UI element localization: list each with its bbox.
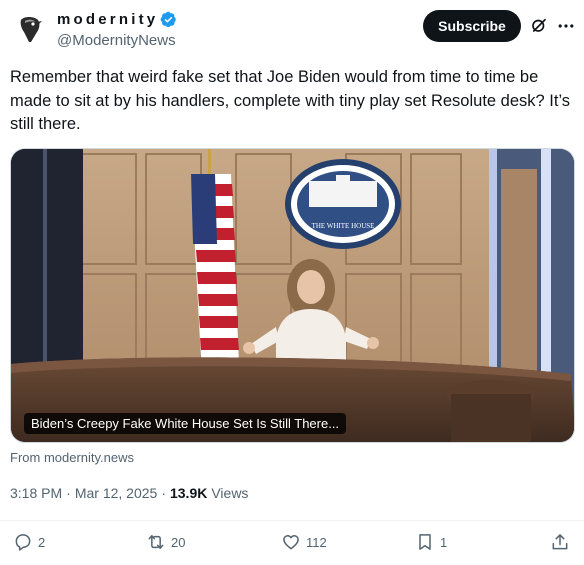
video-thumbnail: THE WHITE HOUSE — [11, 149, 574, 442]
share-button[interactable] — [550, 532, 570, 552]
reply-button[interactable]: 2 — [13, 532, 45, 552]
bookmark-count: 1 — [440, 534, 448, 550]
account-name-row[interactable]: modernity — [57, 11, 177, 28]
divider — [0, 520, 584, 521]
media-card[interactable]: THE WHITE HOUSE Biden’s Creepy Fake Whit… — [10, 148, 575, 443]
tweet-meta: 3:18 PM · Mar 12, 2025 · 13.9K Views — [10, 485, 248, 501]
views-label: Views — [211, 485, 249, 501]
repost-icon — [148, 535, 164, 549]
grok-icon[interactable] — [530, 16, 548, 34]
media-caption: Biden’s Creepy Fake White House Set Is S… — [24, 413, 347, 434]
tweet-text: Remember that weird fake set that Joe Bi… — [10, 68, 571, 133]
repost-count: 20 — [171, 534, 186, 550]
heart-icon — [283, 535, 299, 550]
subscribe-button[interactable]: Subscribe — [423, 10, 521, 42]
like-button[interactable]: 112 — [281, 532, 327, 552]
more-icon[interactable] — [556, 16, 576, 36]
share-icon — [552, 534, 568, 550]
reply-icon — [15, 534, 31, 551]
account-handle[interactable]: @ModernityNews — [57, 32, 176, 49]
link-source[interactable]: From modernity.news — [10, 450, 134, 465]
verified-badge-icon — [160, 11, 177, 28]
like-count: 112 — [306, 534, 327, 550]
avatar[interactable] — [12, 10, 48, 46]
bird-logo-icon — [12, 10, 48, 46]
bookmark-button[interactable]: 1 — [415, 532, 447, 552]
repost-button[interactable]: 20 — [146, 532, 185, 552]
tweet-time[interactable]: 3:18 PM — [10, 485, 62, 501]
seal-text: THE WHITE HOUSE — [312, 222, 375, 230]
bookmark-icon — [419, 534, 431, 550]
display-name[interactable]: modernity — [57, 11, 158, 28]
reply-count: 2 — [38, 534, 46, 550]
action-bar: 2 20 112 1 — [0, 532, 584, 558]
meta-separator: · — [161, 485, 166, 501]
tweet-date[interactable]: Mar 12, 2025 — [75, 485, 158, 501]
views-count: 13.9K — [169, 485, 208, 501]
meta-separator: · — [66, 485, 71, 501]
